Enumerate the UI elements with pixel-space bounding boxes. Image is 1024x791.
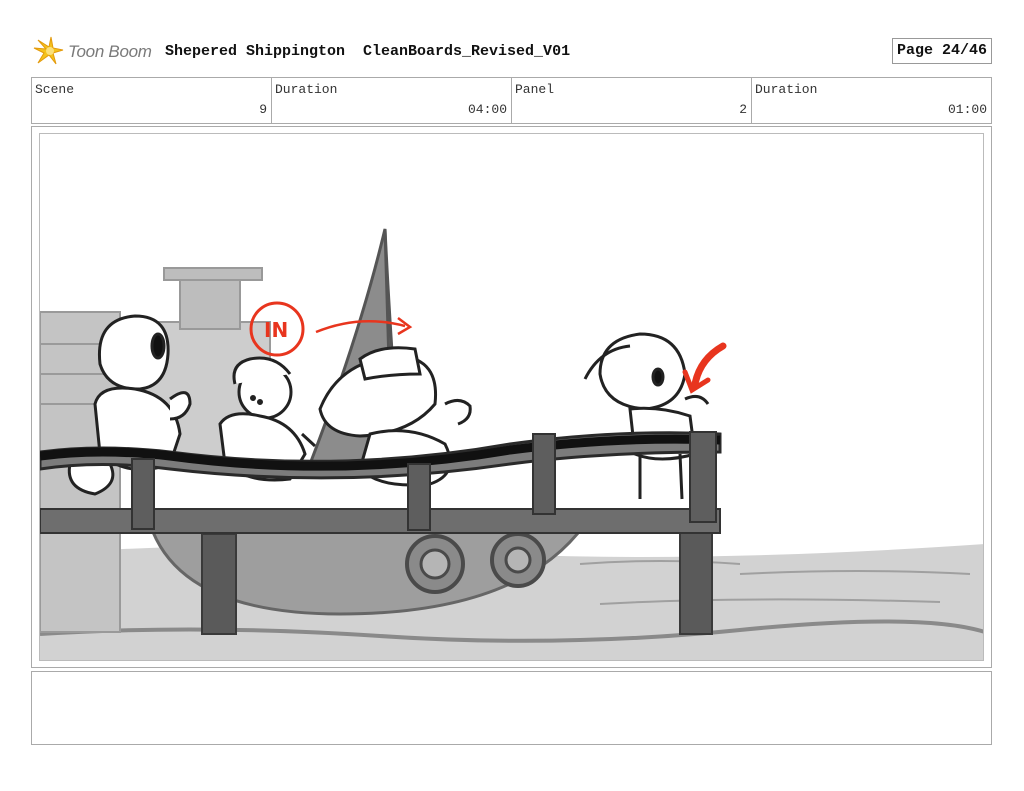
page-indicator: Page 24/46 xyxy=(891,38,992,64)
header: Toon Boom Shepered Shippington CleanBoar… xyxy=(32,36,992,68)
panel-duration-cell: Duration 01:00 xyxy=(752,78,991,123)
scene-duration-value: 04:00 xyxy=(467,102,507,117)
logo-text: Toon Boom xyxy=(68,42,152,61)
panel-label: Panel xyxy=(515,82,555,97)
panel-image: IN xyxy=(39,133,984,661)
notes-box xyxy=(31,671,992,745)
project-title: Shepered Shippington CleanBoards_Revised… xyxy=(165,43,571,60)
scene-duration-label: Duration xyxy=(275,82,338,97)
panel-cell: Panel 2 xyxy=(512,78,752,123)
panel-info-table: Scene 9 Duration 04:00 Panel 2 Duration … xyxy=(31,77,992,124)
in-annotation-text: IN xyxy=(264,318,288,342)
scene-value: 9 xyxy=(259,102,267,117)
scene-label: Scene xyxy=(35,82,75,97)
turn-arrow-annotation xyxy=(682,342,727,394)
toon-boom-logo: Toon Boom xyxy=(32,36,152,68)
panel-duration-label: Duration xyxy=(755,82,818,97)
logo-star-icon xyxy=(33,36,64,65)
storyboard-drawing: IN xyxy=(40,228,983,660)
scene-cell: Scene 9 xyxy=(32,78,272,123)
panel-value: 2 xyxy=(739,102,747,117)
panel-duration-value: 01:00 xyxy=(947,102,987,117)
scene-duration-cell: Duration 04:00 xyxy=(272,78,512,123)
panel-frame: IN xyxy=(31,126,992,668)
